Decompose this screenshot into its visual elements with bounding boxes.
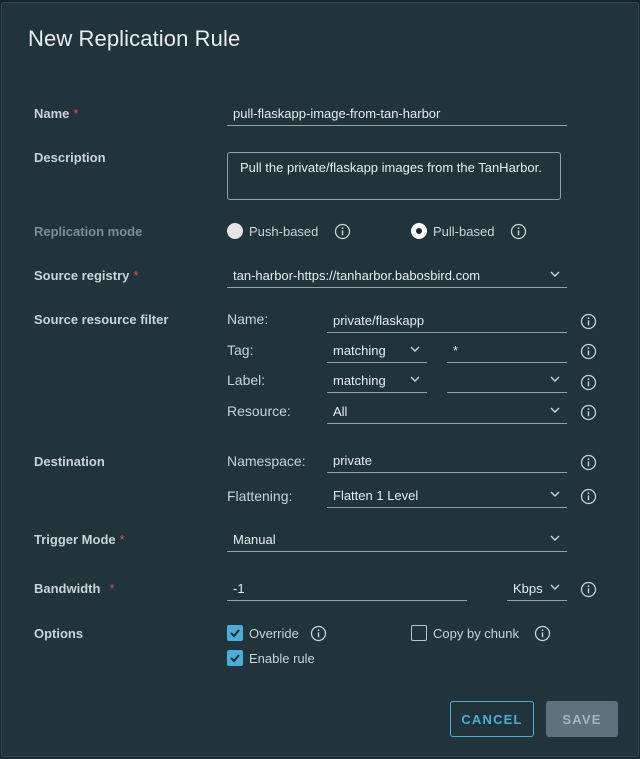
chevron-down-icon bbox=[410, 346, 420, 352]
info-icon[interactable] bbox=[580, 404, 597, 421]
filter-tag-label: Tag: bbox=[227, 342, 254, 358]
enable-rule-checkbox[interactable] bbox=[227, 650, 243, 666]
dialog-title: New Replication Rule bbox=[28, 26, 241, 51]
description-textarea[interactable]: Pull the private/flaskapp images from th… bbox=[227, 152, 561, 200]
save-button[interactable]: SAVE bbox=[546, 701, 618, 737]
tag-match-select[interactable]: matching bbox=[327, 339, 427, 363]
enable-rule-label: Enable rule bbox=[249, 651, 315, 666]
tag-pattern-input[interactable]: * bbox=[447, 339, 567, 363]
bandwidth-input[interactable]: -1 bbox=[227, 577, 467, 601]
filter-resource-label: Resource: bbox=[227, 403, 291, 419]
chevron-down-icon bbox=[550, 271, 560, 277]
info-icon[interactable] bbox=[534, 625, 551, 642]
override-label: Override bbox=[249, 626, 299, 641]
bandwidth-label: Bandwidth * bbox=[34, 581, 115, 596]
chevron-down-icon bbox=[550, 376, 560, 382]
trigger-mode-label: Trigger Mode * bbox=[34, 532, 125, 547]
filter-label-label: Label: bbox=[227, 372, 266, 388]
trigger-mode-select[interactable]: Manual bbox=[227, 528, 567, 552]
check-icon bbox=[230, 629, 240, 638]
info-icon[interactable] bbox=[334, 223, 351, 240]
push-based-radio[interactable] bbox=[227, 223, 243, 239]
name-input[interactable]: pull-flaskapp-image-from-tan-harbor bbox=[227, 102, 567, 126]
chevron-down-icon bbox=[550, 584, 560, 590]
copy-by-chunk-checkbox[interactable] bbox=[411, 625, 427, 641]
chevron-down-icon bbox=[550, 407, 560, 413]
cancel-button[interactable]: CANCEL bbox=[450, 701, 534, 737]
name-label: Name * bbox=[34, 106, 79, 121]
chevron-down-icon bbox=[550, 491, 560, 497]
info-icon[interactable] bbox=[580, 313, 597, 330]
source-registry-select[interactable]: tan-harbor-https://tanharbor.babosbird.c… bbox=[227, 264, 567, 288]
resource-select[interactable]: All bbox=[327, 400, 567, 424]
check-icon bbox=[230, 654, 240, 663]
copy-by-chunk-label: Copy by chunk bbox=[433, 626, 519, 641]
chevron-down-icon bbox=[550, 535, 560, 541]
bandwidth-unit-select[interactable]: Kbps bbox=[507, 577, 567, 601]
replication-mode-label: Replication mode bbox=[34, 224, 143, 239]
namespace-label: Namespace: bbox=[227, 453, 306, 469]
flattening-label: Flattening: bbox=[227, 488, 293, 504]
namespace-input[interactable]: private bbox=[327, 449, 567, 473]
info-icon[interactable] bbox=[580, 374, 597, 391]
filter-name-label: Name: bbox=[227, 311, 269, 327]
push-based-label: Push-based bbox=[249, 224, 319, 239]
info-icon[interactable] bbox=[580, 581, 597, 598]
destination-label: Destination bbox=[34, 454, 105, 469]
replication-rule-dialog: New Replication Rule Name * pull-flaskapp… bbox=[1, 2, 639, 757]
description-label: Description bbox=[34, 150, 106, 165]
pull-based-label: Pull-based bbox=[433, 224, 495, 239]
info-icon[interactable] bbox=[510, 223, 527, 240]
info-icon[interactable] bbox=[580, 343, 597, 360]
info-icon[interactable] bbox=[580, 488, 597, 505]
filter-name-input[interactable]: private/flaskapp bbox=[327, 309, 567, 333]
label-value-select[interactable] bbox=[447, 369, 567, 393]
chevron-down-icon bbox=[410, 376, 420, 382]
source-filter-label: Source resource filter bbox=[34, 312, 169, 327]
source-registry-label: Source registry * bbox=[34, 268, 139, 283]
options-label: Options bbox=[34, 626, 84, 641]
pull-based-radio[interactable] bbox=[411, 223, 427, 239]
override-checkbox[interactable] bbox=[227, 625, 243, 641]
info-icon[interactable] bbox=[310, 625, 327, 642]
flattening-select[interactable]: Flatten 1 Level bbox=[327, 484, 567, 508]
info-icon[interactable] bbox=[580, 454, 597, 471]
label-match-select[interactable]: matching bbox=[327, 369, 427, 393]
